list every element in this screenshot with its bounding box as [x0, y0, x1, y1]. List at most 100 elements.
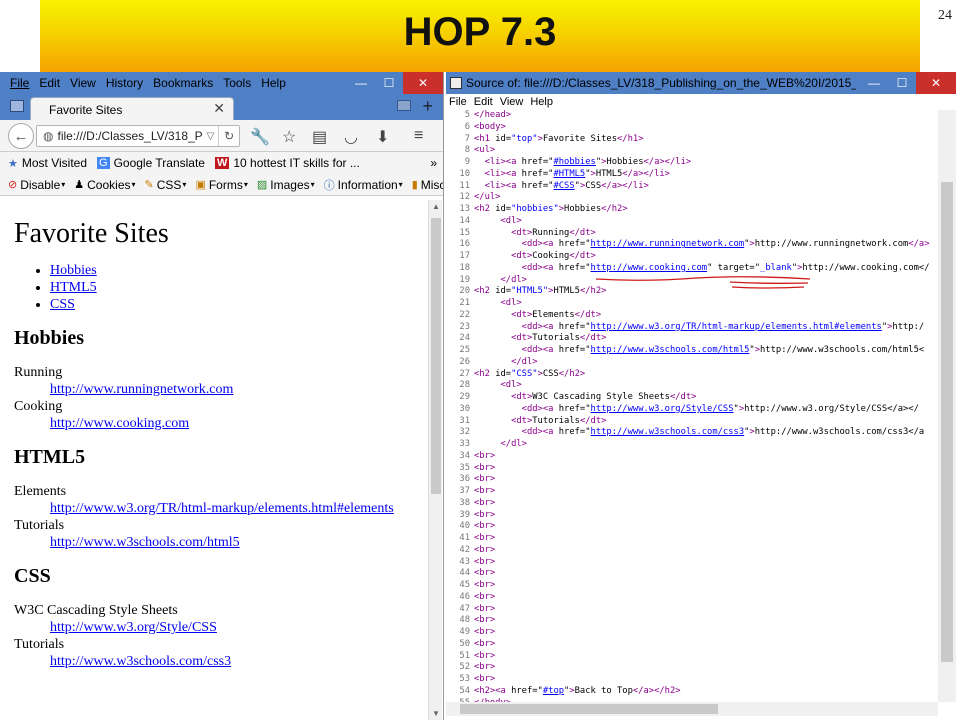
definition-term: Cooking — [14, 399, 63, 414]
web-developer-toolbar: ⊘ Disable ▾ ♟ Cookies ▾ ✎ CSS ▾ ▣ Forms ▾ ▨ Image… — [0, 174, 443, 196]
bookmark-google-translate[interactable]: G Google Translate — [97, 156, 205, 170]
line-code: <h2><a href="#top">Back to Top</a></h2> — [474, 685, 681, 696]
images-icon: ▨ — [256, 179, 268, 191]
definition-link[interactable]: http://www.w3schools.com/html5 — [50, 535, 240, 550]
list-item: CSS — [50, 296, 428, 313]
wrench-icon[interactable]: 🔧 — [250, 127, 270, 147]
clipboard-icon[interactable]: ▤ — [312, 127, 327, 147]
definition-link[interactable]: http://www.w3schools.com/css3 — [50, 654, 231, 669]
scrollbar-thumb[interactable] — [941, 182, 953, 662]
hamburger-menu-icon[interactable]: ≡ — [414, 127, 423, 145]
back-arrow-icon[interactable]: ← — [8, 123, 34, 149]
definition-link[interactable]: http://www.w3.org/Style/CSS — [50, 620, 217, 635]
tab-close-icon[interactable]: ✕ — [213, 100, 225, 117]
source-horizontal-scrollbar[interactable] — [446, 702, 938, 716]
definition-term: Elements — [14, 484, 67, 499]
source-line: 26 </dl> — [446, 357, 938, 369]
source-code-view[interactable]: 5 </head> 6 <body> 7 <h1 id="top">Favorite Si… — [446, 110, 938, 702]
page-content: Favorite Sites Hobbies HTML5 CSS Hobbies… — [0, 200, 428, 720]
line-number: 38 — [459, 497, 470, 508]
page-scrollbar[interactable]: ▲ ▼ — [428, 200, 442, 720]
source-line: 40 <br> — [446, 521, 938, 533]
line-number: 21 — [459, 298, 470, 308]
line-code: <br> — [474, 568, 496, 579]
download-icon[interactable]: ⬇ — [376, 127, 389, 147]
menu-view[interactable]: View — [65, 76, 101, 90]
menu-tools[interactable]: Tools — [218, 76, 256, 90]
folder-icon[interactable] — [397, 100, 411, 111]
maximize-button[interactable]: ☐ — [375, 72, 403, 94]
devbar-cookies[interactable]: ♟ Cookies ▾ — [74, 178, 135, 192]
devbar-css[interactable]: ✎ CSS ▾ — [145, 178, 187, 192]
line-number: 16 — [459, 239, 470, 250]
minimize-button[interactable]: — — [860, 72, 888, 94]
tab-favorite-sites[interactable]: Favorite Sites ✕ — [30, 97, 234, 120]
line-number: 22 — [459, 309, 470, 320]
line-code: <dd><a href="http://www.cooking.com" tar… — [521, 262, 930, 273]
line-code: <h2 id="HTML5">HTML5</h2> — [474, 286, 607, 297]
tab-groups-icon[interactable] — [10, 100, 24, 112]
menu-file[interactable]: File — [449, 96, 467, 108]
line-code: <br> — [474, 486, 496, 496]
line-number: 6 — [464, 121, 470, 132]
minimize-button[interactable]: — — [347, 72, 375, 94]
devbar-misc[interactable]: ▮Misce — [412, 178, 443, 192]
devbar-forms[interactable]: ▣ Forms ▾ — [195, 178, 247, 192]
devbar-information[interactable]: ⓘ Information ▾ — [324, 177, 403, 193]
link-html5[interactable]: HTML5 — [50, 280, 97, 295]
section-heading: CSS — [14, 565, 51, 587]
line-code: <dd><a href="http://www.w3schools.com/cs… — [521, 427, 925, 438]
line-number: 31 — [459, 415, 470, 426]
source-line: 43 <br> — [446, 557, 938, 569]
reload-icon[interactable]: ↻ — [218, 126, 239, 146]
menu-edit[interactable]: Edit — [474, 96, 493, 108]
scrollbar-thumb[interactable] — [431, 218, 441, 494]
url-bar[interactable]: ◍ file:///D:/Classes_LV/318_P ▽ ↻ — [36, 125, 240, 147]
section-heading: Hobbies — [14, 327, 85, 349]
star-icon[interactable]: ☆ — [282, 127, 296, 147]
new-tab-icon[interactable]: + — [422, 96, 433, 117]
line-number: 35 — [459, 462, 470, 473]
menu-view[interactable]: View — [500, 96, 524, 108]
definition-link[interactable]: http://www.cooking.com — [50, 416, 189, 431]
bookmarks-toolbar: ★ Most Visited G Google Translate W 10 hott… — [0, 152, 443, 174]
url-text: file:///D:/Classes_LV/318_P — [57, 129, 203, 143]
line-number: 10 — [459, 168, 470, 179]
maximize-button[interactable]: ☐ — [888, 72, 916, 94]
link-css[interactable]: CSS — [50, 297, 75, 312]
source-line: 34 <br> — [446, 451, 938, 463]
menu-help[interactable]: Help — [530, 96, 553, 108]
devbar-images[interactable]: ▨ Images ▾ — [257, 178, 315, 192]
line-code: <br> — [474, 556, 496, 567]
source-line: 36 <br> — [446, 474, 938, 486]
line-code: </ul> — [474, 192, 501, 203]
line-number: 25 — [459, 345, 470, 355]
source-scrollbar[interactable] — [938, 110, 956, 702]
line-code: <dd><a href="http://www.w3.org/Style/CSS… — [521, 403, 919, 414]
line-code: <ul> — [474, 145, 496, 156]
definition-link[interactable]: http://www.w3.org/TR/html-markup/element… — [50, 501, 394, 516]
source-menubar: File Edit View Help — [446, 94, 956, 110]
source-line: 19 </dl> — [446, 275, 938, 287]
close-button[interactable]: ✕ — [403, 72, 443, 94]
close-button[interactable]: ✕ — [916, 72, 956, 94]
scroll-down-icon[interactable]: ▼ — [432, 709, 440, 718]
cw-icon: W — [214, 157, 230, 169]
menu-bookmarks[interactable]: Bookmarks — [148, 76, 218, 90]
bookmark-most-visited[interactable]: ★ Most Visited — [8, 156, 87, 170]
bookmark-it-skills[interactable]: W 10 hottest IT skills for ... — [214, 156, 360, 170]
pocket-icon[interactable]: ◡ — [344, 127, 358, 147]
overflow-chevron-icon[interactable]: » — [430, 156, 443, 170]
source-line: 20 <h2 id="HTML5">HTML5</h2> — [446, 286, 938, 298]
menu-edit[interactable]: Edit — [34, 76, 65, 90]
globe-icon: ◍ — [43, 129, 54, 143]
link-hobbies[interactable]: Hobbies — [50, 263, 97, 278]
dropdown-arrow-icon[interactable]: ▽ — [203, 131, 219, 142]
scrollbar-thumb[interactable] — [460, 704, 718, 714]
menu-history[interactable]: History — [101, 76, 148, 90]
scroll-up-icon[interactable]: ▲ — [432, 202, 440, 211]
definition-link[interactable]: http://www.runningnetwork.com — [50, 382, 233, 397]
menu-file[interactable]: File — [0, 76, 34, 90]
menu-help[interactable]: Help — [256, 76, 291, 90]
devbar-disable[interactable]: ⊘ Disable ▾ — [8, 178, 65, 192]
